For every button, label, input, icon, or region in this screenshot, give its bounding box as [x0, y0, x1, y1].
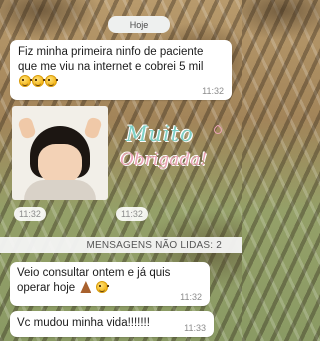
photo-right-hand	[83, 116, 103, 140]
message-text-4: Veio consultar ontem e já quis operar ho…	[17, 267, 171, 294]
photo-face	[38, 144, 82, 184]
grinning-face-icon	[32, 75, 45, 87]
unread-messages-divider: MENSAGENS NÃO LIDAS: 2	[0, 237, 242, 253]
grinning-face-icon	[19, 75, 32, 87]
message-time-1: 11:32	[202, 86, 224, 96]
thank-you-sticker[interactable]: Muito Obrigada!	[112, 120, 230, 184]
heart-outline-icon	[212, 124, 224, 136]
sticker-time: 11:32	[116, 207, 148, 221]
image-time: 11:32	[14, 207, 46, 221]
message-text-1: Fiz minha primeira ninfo de paciente que…	[18, 46, 204, 73]
message-bubble-5[interactable]: Vc mudou minha vida!!!!!!! 11:33	[10, 311, 214, 337]
date-chip: Hoje	[108, 16, 170, 33]
sticker-time-label: 11:32	[121, 209, 143, 219]
message-text-5: Vc mudou minha vida!!!!!!!	[17, 317, 150, 329]
sticker-line2: Obrigada!	[120, 150, 208, 170]
grinning-face-icon	[95, 281, 109, 293]
folded-hands-icon	[80, 281, 92, 293]
photo-body	[24, 180, 96, 200]
date-chip-label: Hoje	[129, 19, 149, 30]
sticker-line1: Muito	[126, 122, 194, 146]
message-time-4: 11:32	[180, 292, 202, 302]
child-photo-image[interactable]	[12, 106, 108, 200]
image-time-label: 11:32	[19, 209, 41, 219]
message-bubble-1[interactable]: Fiz minha primeira ninfo de paciente que…	[10, 40, 232, 100]
unread-divider-label: MENSAGENS NÃO LIDAS: 2	[86, 239, 222, 251]
message-bubble-4[interactable]: Veio consultar ontem e já quis operar ho…	[10, 262, 210, 306]
grinning-face-icon	[45, 75, 58, 87]
photo-left-hand	[17, 116, 37, 140]
message-time-5: 11:33	[184, 323, 206, 333]
